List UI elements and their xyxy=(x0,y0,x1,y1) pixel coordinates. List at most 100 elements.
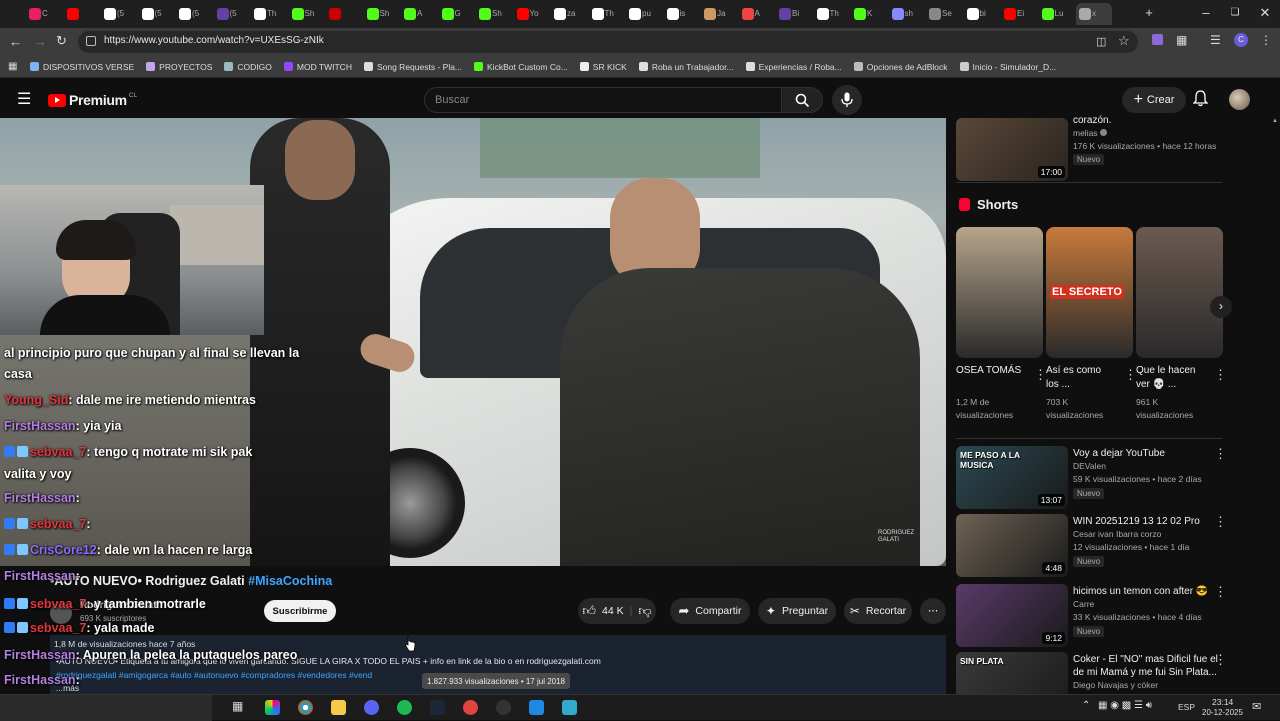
bookmark-item[interactable]: Song Requests - Pla... xyxy=(363,62,462,72)
browser-tab[interactable]: Bi xyxy=(776,3,814,25)
browser-tab[interactable]: C xyxy=(26,3,64,25)
browser-tab[interactable]: Sh xyxy=(289,3,327,25)
ask-button[interactable]: ✦ Preguntar xyxy=(758,598,836,624)
browser-tab[interactable]: sh xyxy=(889,3,927,25)
browser-tab[interactable]: G xyxy=(439,3,477,25)
language-indicator[interactable]: ESP xyxy=(1178,702,1195,712)
short-title[interactable]: OSEA TOMÁS xyxy=(956,364,1026,378)
video-channel[interactable]: Carre xyxy=(1073,599,1094,609)
install-app-icon[interactable]: ◫ xyxy=(1096,35,1106,48)
video-title-link[interactable]: hicimos un temon con after 😎 xyxy=(1073,585,1223,598)
bookmark-item[interactable]: Opciones de AdBlock xyxy=(853,62,948,72)
video-hashtag[interactable]: #MisaCochina xyxy=(248,574,332,588)
browser-tab[interactable]: Ei xyxy=(1001,3,1039,25)
browser-tab[interactable]: Ja xyxy=(701,3,739,25)
browser-tab[interactable]: Sh xyxy=(364,3,402,25)
clock-time[interactable]: 23:14 xyxy=(1212,697,1233,707)
thumbs-down-icon[interactable]: 👎︎ xyxy=(638,603,651,619)
browser-tab[interactable]: (5 xyxy=(101,3,139,25)
video-title-link[interactable]: Coker - El "NO" mas Dificil fue el de mi… xyxy=(1073,653,1223,679)
minimize-button[interactable]: – xyxy=(1195,4,1217,22)
short-thumbnail[interactable] xyxy=(1136,227,1223,358)
notification-center-icon[interactable]: ✉ xyxy=(1252,700,1261,713)
browser-tab[interactable]: bi xyxy=(964,3,1002,25)
browser-tab[interactable]: A xyxy=(401,3,439,25)
video-description[interactable]: 1,8 M de visualizaciones hace 7 años •AU… xyxy=(50,635,946,694)
account-avatar[interactable] xyxy=(1229,89,1250,110)
browser-tab[interactable]: (5 xyxy=(214,3,252,25)
video-channel[interactable]: Diego Navajas y cöker xyxy=(1073,680,1158,690)
bookmark-item[interactable]: SR KICK xyxy=(579,62,627,72)
bookmark-item[interactable]: PROYECTOS xyxy=(146,62,212,72)
browser-tab[interactable]: Sh xyxy=(476,3,514,25)
code-editor-icon[interactable] xyxy=(529,700,544,715)
task-view-icon[interactable]: ▦ xyxy=(232,699,243,713)
browser-tab[interactable]: is xyxy=(664,3,702,25)
search-input[interactable]: Buscar xyxy=(424,87,782,113)
video-menu-icon[interactable]: ⋮ xyxy=(1214,446,1227,462)
bookmark-star-icon[interactable]: ☆ xyxy=(1118,33,1130,49)
tray-icons[interactable]: ▦ ◉ ▩ ☰ 🔊︎ xyxy=(1098,700,1152,711)
video-thumbnail[interactable]: ME PASO A LA MUSICA 13:07 xyxy=(956,446,1068,509)
short-thumbnail[interactable] xyxy=(956,227,1043,358)
like-count[interactable]: 44 K xyxy=(602,605,624,617)
discord-icon[interactable] xyxy=(364,700,379,715)
forward-icon[interactable]: → xyxy=(34,34,47,49)
bookmark-item[interactable]: DISPOSITIVOS VERSE xyxy=(30,62,134,72)
browser-tab[interactable]: Yo xyxy=(514,3,552,25)
video-menu-icon[interactable]: ⋮ xyxy=(1214,584,1227,600)
top-video-thumbnail[interactable]: 17:00 xyxy=(956,118,1068,181)
chrome-menu-icon[interactable]: ⋮ xyxy=(1260,33,1272,47)
clock-date[interactable]: 20-12-2025 xyxy=(1202,708,1243,717)
notifications-bell-icon[interactable] xyxy=(1193,90,1208,107)
shorts-next-button[interactable]: › xyxy=(1210,296,1232,318)
bookmark-item[interactable]: KickBot Custom Co... xyxy=(474,62,568,72)
address-bar[interactable]: https://www.youtube.com/watch?v=UXEsSG-z… xyxy=(78,31,1138,53)
chrome-taskbar-icon[interactable] xyxy=(298,700,313,715)
video-menu-icon[interactable]: ⋮ xyxy=(1214,652,1227,668)
browser-tab[interactable]: (5 xyxy=(139,3,177,25)
maximize-button[interactable]: ❏ xyxy=(1224,4,1246,22)
file-explorer-icon[interactable] xyxy=(331,700,346,715)
bookmark-item[interactable]: Inicio - Simulador_D... xyxy=(959,62,1056,72)
video-channel[interactable]: Cesar ivan Ibarra corzo xyxy=(1073,529,1161,539)
media-app-icon[interactable] xyxy=(463,700,478,715)
share-button[interactable]: ➦ Compartir xyxy=(670,598,750,624)
thumbs-up-icon[interactable]: 👍︎ xyxy=(582,603,596,619)
bookmark-item[interactable]: Roba un Trabajador... xyxy=(638,62,734,72)
browser-tab[interactable] xyxy=(326,3,364,25)
short-title[interactable]: Que le hacen ver 💀 ... xyxy=(1136,364,1206,392)
new-tab-button[interactable]: + xyxy=(1138,4,1160,22)
reload-icon[interactable]: ↻ xyxy=(56,33,67,49)
video-thumbnail[interactable]: 9:12 xyxy=(956,584,1068,647)
bookmark-item[interactable]: Experiencias / Roba... xyxy=(745,62,842,72)
top-video-title[interactable]: corazón. xyxy=(1073,114,1223,127)
browser-tab[interactable]: Th xyxy=(814,3,852,25)
tray-overflow-icon[interactable]: ⌃ xyxy=(1082,700,1090,711)
notes-app-icon[interactable] xyxy=(562,700,577,715)
spotify-icon[interactable] xyxy=(397,700,412,715)
short-menu-icon[interactable]: ⋮ xyxy=(1214,367,1227,383)
bookmark-item[interactable]: CODIGO xyxy=(224,62,272,72)
copilot-icon[interactable] xyxy=(265,700,280,715)
browser-tab[interactable]: pu xyxy=(626,3,664,25)
youtube-premium-logo[interactable]: Premium CL xyxy=(48,92,137,108)
video-channel[interactable]: DEValen xyxy=(1073,461,1106,471)
short-title[interactable]: Así es como los ... xyxy=(1046,364,1116,392)
reading-list-icon[interactable]: ☰ xyxy=(1210,33,1221,47)
extension-icon[interactable] xyxy=(1152,34,1163,45)
voice-search-button[interactable] xyxy=(832,85,862,115)
create-button[interactable]: + Crear xyxy=(1122,87,1186,113)
extensions-puzzle-icon[interactable]: ▦ xyxy=(1176,33,1187,47)
video-thumbnail[interactable]: 4:48 xyxy=(956,514,1068,577)
video-title-link[interactable]: WIN 20251219 13 12 02 Pro xyxy=(1073,515,1223,528)
browser-tab[interactable] xyxy=(64,3,102,25)
browser-tab[interactable]: (5 xyxy=(176,3,214,25)
close-window-button[interactable]: ✕ xyxy=(1254,4,1276,22)
video-title-link[interactable]: Voy a dejar YouTube xyxy=(1073,447,1223,460)
page-scrollbar[interactable]: ▲ xyxy=(1272,118,1278,688)
video-menu-icon[interactable]: ⋮ xyxy=(1214,514,1227,530)
browser-tab[interactable]: Th xyxy=(589,3,627,25)
browser-tab[interactable]: Se xyxy=(926,3,964,25)
hamburger-menu-icon[interactable]: ☰ xyxy=(17,89,31,109)
